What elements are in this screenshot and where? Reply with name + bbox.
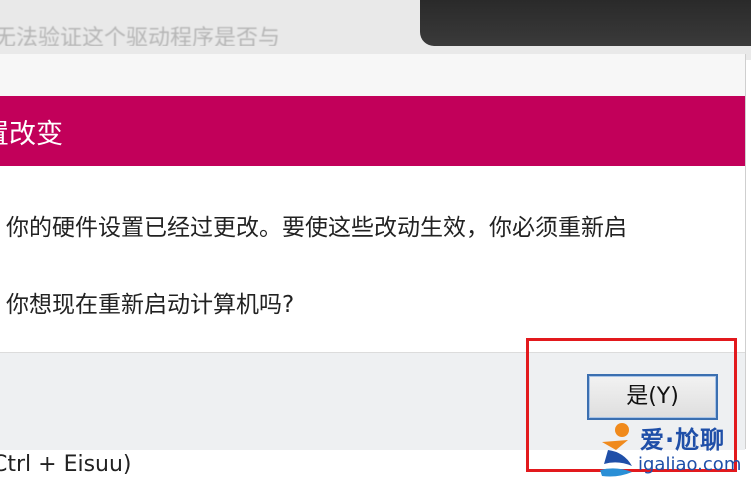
watermark-url-text: igaliao.com	[638, 454, 742, 475]
dialog-title: 置改变	[0, 119, 63, 150]
watermark-logo-icon	[600, 423, 632, 477]
dialog-title-bar: 置改变	[0, 96, 745, 166]
watermark-brand-text: 爱·尬聊	[640, 426, 726, 454]
background-shortcut-text: Ctrl + Eisuu)	[0, 452, 132, 477]
device-frame-edge	[420, 0, 751, 46]
dialog-message-line-1: 你的硬件设置已经过更改。要使这些改动生效，你必须重新启	[6, 215, 627, 241]
dialog-content: 你的硬件设置已经过更改。要使这些改动生效，你必须重新启 你想现在重新启动计算机吗…	[0, 166, 745, 352]
watermark: 爱·尬聊 igaliao.com	[598, 416, 748, 482]
dialog-top-strip	[0, 54, 745, 96]
dialog-message-line-2: 你想现在重新启动计算机吗?	[6, 292, 295, 318]
